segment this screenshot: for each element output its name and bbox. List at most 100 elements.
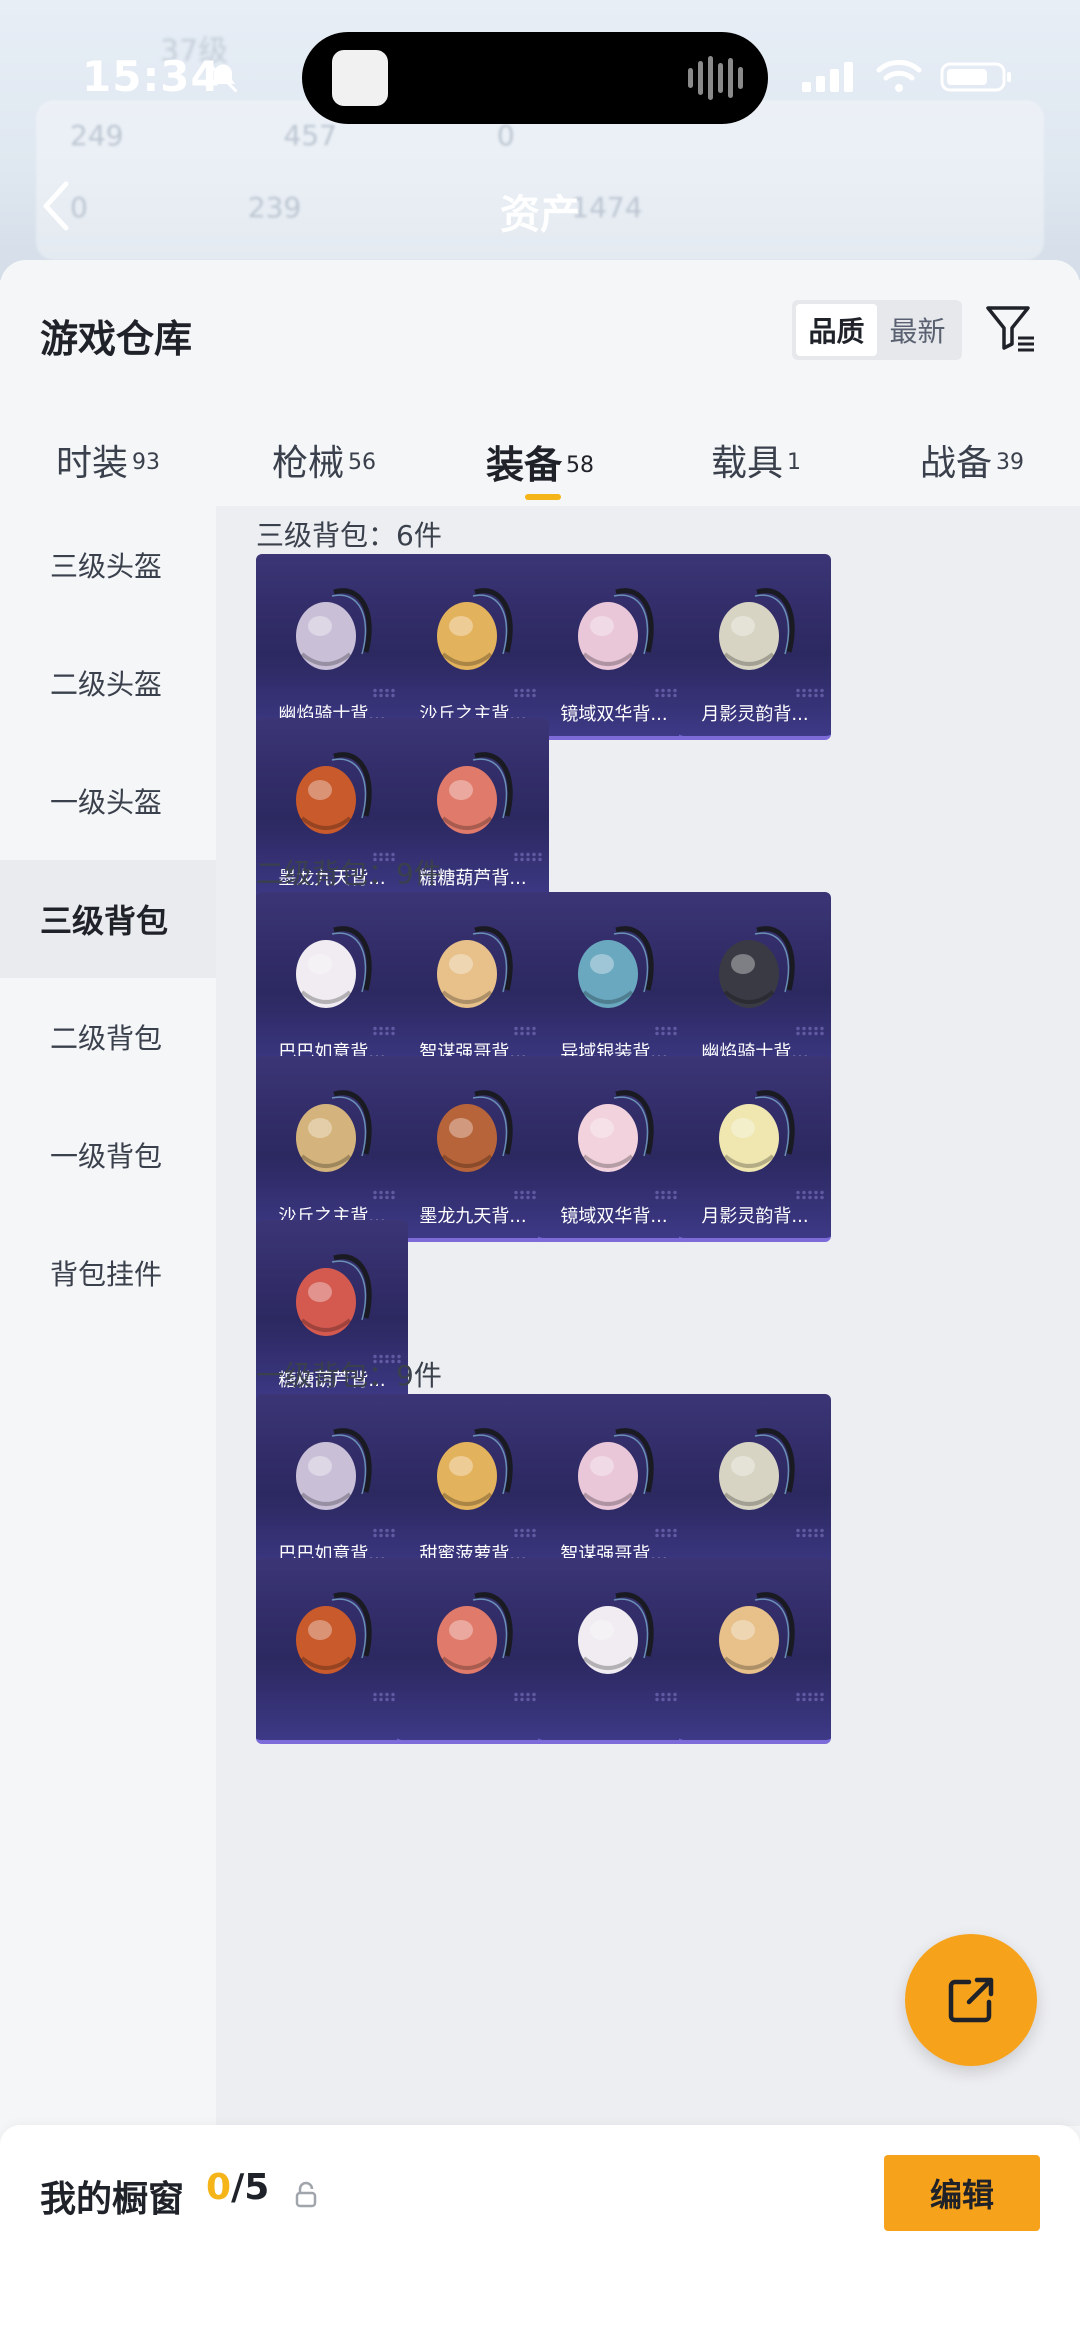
backpack-icon	[437, 1592, 513, 1674]
backpack-icon	[719, 1428, 795, 1510]
backpack-icon	[296, 926, 372, 1008]
sidebar-item-helmet-2[interactable]: 二级头盔	[0, 624, 216, 742]
sheet-header: 游戏仓库 品质 最新 时装 93 枪械 56 装备 58 载具 1 战备 39	[0, 260, 1080, 510]
bell-muted-icon	[208, 63, 238, 93]
backpack-icon	[296, 1254, 372, 1336]
backpack-icon	[296, 1090, 372, 1172]
battery-icon	[940, 62, 1011, 92]
ghost-value: 1474	[571, 190, 643, 224]
tab-equipment[interactable]: 装备 58	[432, 420, 648, 506]
item-name: 墨龙九天背...	[419, 1206, 527, 1227]
item-card[interactable]	[679, 1394, 831, 1580]
backpack-icon	[578, 1090, 654, 1172]
sort-latest-button[interactable]: 最新	[877, 304, 958, 356]
item-name: 镜域双华背...	[560, 1206, 668, 1227]
item-name: 月影灵韵背...	[701, 704, 809, 725]
status-time: 15:34	[82, 52, 221, 101]
item-grid: 三级背包：6件 幽焰骑士背... 沙丘之主背... 镜域双华背... 月影灵韵背... 墨…	[216, 506, 1080, 2126]
item-card[interactable]	[256, 1558, 408, 1744]
filter-icon[interactable]	[984, 302, 1038, 356]
item-name: 镜域双华背...	[560, 704, 668, 725]
tab-underline	[525, 494, 561, 500]
backpack-icon	[578, 1428, 654, 1510]
sort-quality-button[interactable]: 品质	[796, 304, 877, 356]
sheet-title: 游戏仓库	[40, 317, 193, 361]
item-name: 月影灵韵背...	[701, 1206, 809, 1227]
backpack-icon	[437, 1428, 513, 1510]
lock-icon	[295, 2181, 317, 2208]
showcase-label: 我的橱窗	[40, 2179, 185, 2220]
backpack-icon	[296, 1592, 372, 1674]
item-card[interactable]: 智谋强哥背...	[397, 892, 549, 1078]
item-card[interactable]	[397, 1558, 549, 1744]
backpack-icon	[578, 588, 654, 670]
sort-toggle: 品质 最新	[792, 300, 962, 360]
showcase-total: /5	[231, 2167, 270, 2208]
item-card[interactable]: 巴巴如意背...	[256, 892, 408, 1078]
status-bar: 15:34	[0, 0, 1080, 150]
tab-count: 39	[996, 449, 1024, 475]
dynamic-island	[302, 32, 768, 124]
item-card[interactable]	[679, 1558, 831, 1744]
showcase-bar: 我的橱窗 0/5 编辑	[0, 2125, 1080, 2347]
sidebar-item-helmet-3[interactable]: 三级头盔	[0, 506, 216, 624]
edit-button[interactable]: 编辑	[884, 2155, 1040, 2231]
backpack-icon	[719, 926, 795, 1008]
tab-label: 枪械	[271, 443, 344, 484]
item-card[interactable]: 幽焰骑士背...	[679, 892, 831, 1078]
tab-label: 战备	[919, 443, 992, 484]
item-card[interactable]: 月影灵韵背...	[679, 554, 831, 740]
section-title: 二级背包：9件	[256, 857, 442, 890]
tab-label: 载具	[710, 443, 783, 484]
backpack-icon	[437, 588, 513, 670]
sidebar-item-backpack-2[interactable]: 二级背包	[0, 978, 216, 1096]
backpack-icon	[296, 1428, 372, 1510]
showcase-count: 0/5	[206, 2167, 269, 2208]
ghost-value: 239	[247, 190, 302, 224]
tab-label: 装备	[485, 443, 562, 487]
backpack-icon	[437, 926, 513, 1008]
tab-label: 时装	[55, 443, 128, 484]
showcase-current: 0	[206, 2167, 232, 2208]
item-card[interactable]: 异域银装背...	[538, 892, 690, 1078]
tab-fashion[interactable]: 时装 93	[0, 420, 216, 506]
page-title: 资产	[500, 192, 580, 238]
backpack-icon	[719, 1592, 795, 1674]
item-card[interactable]: 智谋强哥背...	[538, 1394, 690, 1580]
item-card[interactable]: 巴巴如意背...	[256, 1394, 408, 1580]
backpack-icon	[578, 926, 654, 1008]
section-title: 三级背包：6件	[256, 519, 442, 552]
tab-count: 56	[348, 449, 376, 475]
share-button[interactable]	[905, 1934, 1037, 2066]
item-card[interactable]: 甜蜜菠萝背...	[397, 1394, 549, 1580]
tab-combat-gear[interactable]: 战备 39	[864, 420, 1080, 506]
item-card[interactable]: 月影灵韵背...	[679, 1056, 831, 1242]
app-icon	[332, 50, 388, 106]
item-card[interactable]: 沙丘之主背...	[397, 554, 549, 740]
item-card[interactable]: 墨龙九天背...	[397, 1056, 549, 1242]
sidebar-item-backpack-3[interactable]: 三级背包	[0, 860, 216, 978]
section-title: 一级背包：9件	[256, 1359, 442, 1392]
item-card[interactable]	[538, 1558, 690, 1744]
sidebar-item-backpack-charm[interactable]: 背包挂件	[0, 1214, 216, 1332]
backpack-icon	[578, 1592, 654, 1674]
signal-icon	[802, 62, 853, 92]
category-tabs: 时装 93 枪械 56 装备 58 载具 1 战备 39	[0, 420, 1080, 506]
backpack-icon	[719, 588, 795, 670]
tab-vehicles[interactable]: 载具 1	[648, 420, 864, 506]
tab-count: 58	[566, 452, 594, 478]
item-card[interactable]: 镜域双华背...	[538, 1056, 690, 1242]
back-icon[interactable]	[36, 178, 76, 234]
item-card[interactable]: 幽焰骑士背...	[256, 554, 408, 740]
item-card[interactable]: 沙丘之主背...	[256, 1056, 408, 1242]
share-icon	[948, 1977, 994, 2023]
item-card[interactable]: 镜域双华背...	[538, 554, 690, 740]
tab-count: 93	[132, 449, 160, 475]
backpack-icon	[437, 1090, 513, 1172]
sidebar-item-helmet-1[interactable]: 一级头盔	[0, 742, 216, 860]
wifi-icon	[876, 59, 922, 92]
backpack-icon	[437, 752, 513, 834]
tab-firearms[interactable]: 枪械 56	[216, 420, 432, 506]
sidebar-item-backpack-1[interactable]: 一级背包	[0, 1096, 216, 1214]
subcategory-sidebar: 三级头盔 二级头盔 一级头盔 三级背包 二级背包 一级背包 背包挂件	[0, 506, 216, 2126]
